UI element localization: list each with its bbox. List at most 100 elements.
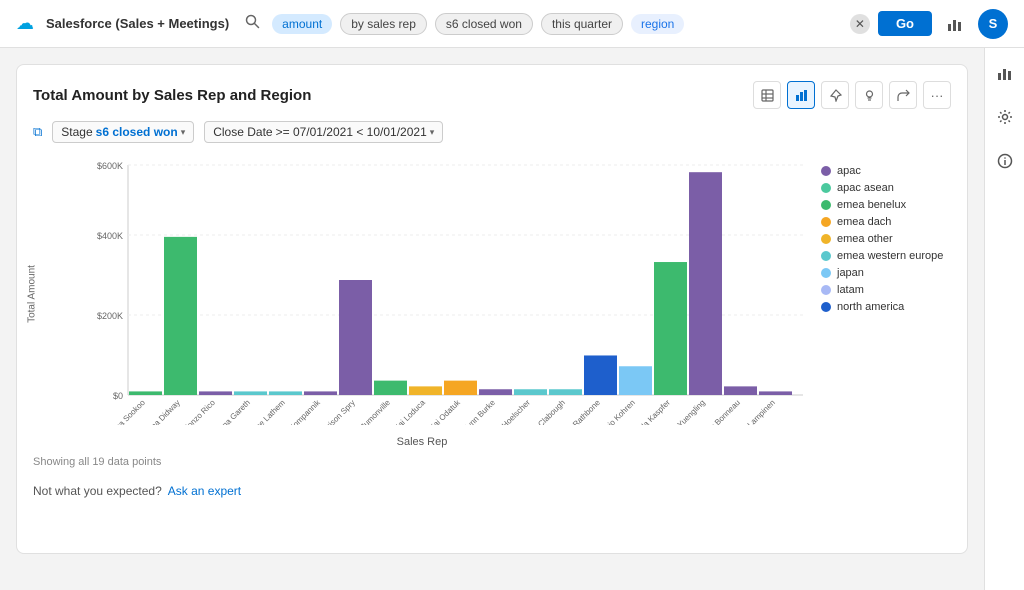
legend-item-1: apac asean — [821, 182, 951, 194]
date-filter-caret: ▾ — [430, 127, 435, 138]
bar-17[interactable] — [724, 386, 757, 395]
main-layout: Total Amount by Sales Rep and Region — [0, 48, 1024, 590]
legend-item-7: latam — [821, 284, 951, 296]
bar-10[interactable] — [479, 389, 512, 395]
table-view-button[interactable] — [753, 81, 781, 109]
bar-14[interactable] — [619, 366, 652, 395]
clear-button[interactable]: ✕ — [850, 14, 870, 34]
feedback-text: Not what you expected? — [33, 484, 162, 498]
bar-3[interactable] — [234, 391, 267, 395]
legend-label-6: japan — [837, 267, 864, 279]
right-sidebar — [984, 48, 1024, 590]
stage-filter-value: s6 closed won — [96, 125, 178, 139]
legend-item-5: emea western europe — [821, 250, 951, 262]
date-filter[interactable]: Close Date >= 07/01/2021 < 10/01/2021 ▾ — [204, 121, 443, 143]
search-icon[interactable] — [245, 14, 260, 34]
avatar[interactable]: S — [978, 9, 1008, 39]
x-label-3: Briana Gareth — [210, 398, 252, 425]
pin-button[interactable] — [821, 81, 849, 109]
svg-text:$400K: $400K — [97, 231, 123, 241]
bar-6[interactable] — [339, 280, 372, 395]
bar-11[interactable] — [514, 389, 547, 395]
legend-item-3: emea dach — [821, 216, 951, 228]
chart-card: Total Amount by Sales Rep and Region — [16, 64, 968, 554]
stage-filter[interactable]: Stage s6 closed won ▾ — [52, 121, 194, 143]
chart-footer: Showing all 19 data points — [33, 456, 811, 468]
legend-item-4: emea other — [821, 233, 951, 245]
date-filter-label: Close Date — [213, 125, 272, 139]
bar-9[interactable] — [444, 381, 477, 395]
x-label-6: Harrison Spry — [316, 398, 357, 425]
pill-closed-won[interactable]: s6 closed won — [435, 13, 533, 35]
chart-legend: apac apac asean emea benelux emea dach emea … — [821, 155, 951, 468]
bar-18[interactable] — [759, 391, 792, 395]
bar-16[interactable] — [689, 172, 722, 395]
legend-item-2: emea benelux — [821, 199, 951, 211]
legend-label-1: apac asean — [837, 182, 894, 194]
legend-color-5 — [821, 251, 831, 261]
bar-8[interactable] — [409, 386, 442, 395]
bar-1[interactable] — [164, 237, 197, 395]
feedback-bar: Not what you expected? Ask an expert — [33, 484, 951, 498]
go-button[interactable]: Go — [878, 11, 932, 36]
ask-expert-link[interactable]: Ask an expert — [168, 484, 241, 498]
sidebar-chart-icon[interactable] — [990, 58, 1020, 88]
sidebar-settings-icon[interactable] — [990, 102, 1020, 132]
bar-0[interactable] — [129, 391, 162, 395]
legend-label-4: emea other — [837, 233, 893, 245]
legend-color-7 — [821, 285, 831, 295]
legend-label-3: emea dach — [837, 216, 891, 228]
filter-bar: ⧉ Stage s6 closed won ▾ Close Date >= 07… — [33, 121, 951, 143]
sidebar-info-icon[interactable] — [990, 146, 1020, 176]
chart-area: Total Amount $600K $400K — [33, 155, 951, 468]
svg-text:$0: $0 — [113, 391, 123, 401]
legend-label-5: emea western europe — [837, 250, 943, 262]
bar-13[interactable] — [584, 355, 617, 395]
bar-5[interactable] — [304, 391, 337, 395]
chart-main: Total Amount $600K $400K — [33, 155, 811, 468]
card-tools: ··· — [753, 81, 951, 109]
x-label-8: Kai Loduca — [392, 398, 427, 425]
x-label-13: Liv Rathbone — [562, 398, 602, 425]
pill-region[interactable]: region — [631, 14, 684, 34]
pill-this-quarter[interactable]: this quarter — [541, 13, 623, 35]
chart-icon[interactable] — [940, 9, 970, 39]
pill-by-sales-rep[interactable]: by sales rep — [340, 13, 427, 35]
x-label-9: Kai Odatuk — [428, 397, 463, 425]
legend-color-1 — [821, 183, 831, 193]
legend-label-0: apac — [837, 165, 861, 177]
card-header: Total Amount by Sales Rep and Region — [33, 81, 951, 109]
legend-label-2: emea benelux — [837, 199, 906, 211]
bar-chart-svg: $600K $400K $200K $0 Aleena SookooAlina … — [83, 155, 803, 425]
legend-color-8 — [821, 302, 831, 312]
x-axis-title: Sales Rep — [33, 436, 811, 448]
app-title: Salesforce (Sales + Meetings) — [46, 16, 229, 31]
bar-15[interactable] — [654, 262, 687, 395]
lightbulb-button[interactable] — [855, 81, 883, 109]
topbar: ☁ Salesforce (Sales + Meetings) amount b… — [0, 0, 1024, 48]
share-button[interactable] — [889, 81, 917, 109]
svg-text:$600K: $600K — [97, 161, 123, 171]
pill-amount[interactable]: amount — [272, 14, 332, 34]
bar-4[interactable] — [269, 391, 302, 395]
bar-7[interactable] — [374, 381, 407, 395]
salesforce-logo-icon: ☁ — [16, 13, 34, 34]
legend-color-0 — [821, 166, 831, 176]
legend-color-2 — [821, 200, 831, 210]
y-axis-label: Total Amount — [26, 265, 37, 323]
bar-2[interactable] — [199, 391, 232, 395]
more-button[interactable]: ··· — [923, 81, 951, 109]
legend-color-4 — [821, 234, 831, 244]
bar-12[interactable] — [549, 389, 582, 395]
filter-icon: ⧉ — [33, 124, 42, 140]
legend-label-8: north america — [837, 301, 904, 313]
stage-filter-caret: ▾ — [181, 127, 186, 138]
bar-chart-button[interactable] — [787, 81, 815, 109]
x-label-1: Alina Didway — [143, 398, 182, 425]
legend-label-7: latam — [837, 284, 864, 296]
svg-text:$200K: $200K — [97, 311, 123, 321]
card-title: Total Amount by Sales Rep and Region — [33, 87, 311, 104]
legend-item-0: apac — [821, 165, 951, 177]
x-label-18: Zain Lampinen — [733, 398, 777, 425]
x-label-2: Alonzo Rico — [180, 398, 217, 425]
